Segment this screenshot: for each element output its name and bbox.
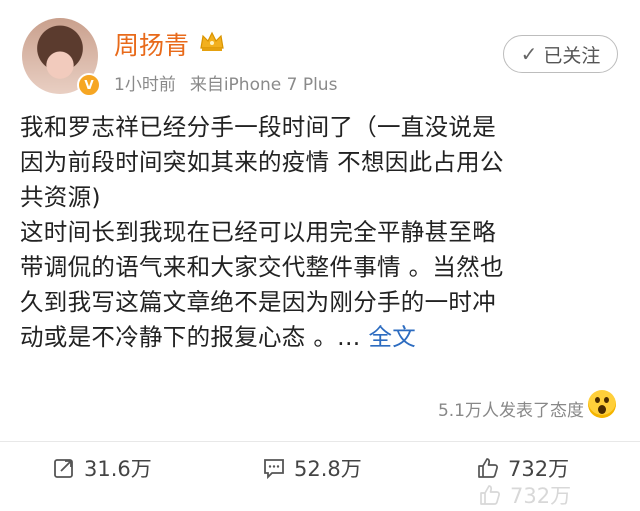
follow-label: 已关注 bbox=[543, 44, 601, 67]
content-line: 因为前段时间突如其来的疫情 不想因此占用公 bbox=[20, 148, 504, 176]
reactions-summary[interactable]: 5.1万人发表了态度 bbox=[438, 396, 584, 421]
wow-emoji-icon bbox=[588, 390, 616, 418]
post-source: 来自iPhone 7 Plus bbox=[189, 75, 338, 95]
content-line-last: 动或是不冷静下的报复心态 。... 全文 bbox=[20, 320, 626, 355]
post-content: 我和罗志祥已经分手一段时间了（一直没说是 因为前段时间突如其来的疫情 不想因此占… bbox=[20, 110, 626, 355]
repost-count: 31.6万 bbox=[84, 457, 152, 481]
content-line: 久到我写这篇文章绝不是因为刚分手的一时冲 bbox=[20, 288, 496, 316]
full-text-link[interactable]: 全文 bbox=[368, 323, 416, 351]
thumbs-up-icon bbox=[480, 485, 500, 505]
thumbs-up-icon bbox=[478, 458, 498, 478]
content-line: 动或是不冷静下的报复心态 。... bbox=[20, 323, 361, 351]
comment-count: 52.8万 bbox=[294, 457, 362, 481]
like-count-ghost: 732万 bbox=[478, 480, 571, 510]
content-line: 我和罗志祥已经分手一段时间了（一直没说是 bbox=[20, 113, 496, 141]
post-meta: 1小时前 来自iPhone 7 Plus bbox=[114, 70, 337, 95]
content-line: 带调侃的语气来和大家交代整件事情 。当然也 bbox=[20, 253, 504, 281]
post-time: 1小时前 bbox=[114, 75, 176, 95]
check-icon: ✓ bbox=[520, 42, 538, 66]
repost-icon bbox=[54, 459, 73, 478]
like-count-ghost-text: 732万 bbox=[510, 484, 572, 508]
follow-button[interactable]: ✓ 已关注 bbox=[503, 35, 618, 73]
repost-button[interactable]: 31.6万 bbox=[52, 450, 152, 486]
like-count: 732万 bbox=[508, 457, 570, 481]
content-line: 这时间长到我现在已经可以用完全平静甚至略 bbox=[20, 218, 496, 246]
comment-icon bbox=[264, 459, 284, 480]
username[interactable]: 周扬青 bbox=[114, 26, 189, 62]
content-line: 共资源) bbox=[20, 183, 101, 211]
verified-v-badge-icon: V bbox=[77, 73, 101, 97]
crown-icon bbox=[200, 31, 224, 51]
comment-button[interactable]: 52.8万 bbox=[262, 450, 362, 486]
divider bbox=[0, 441, 640, 442]
